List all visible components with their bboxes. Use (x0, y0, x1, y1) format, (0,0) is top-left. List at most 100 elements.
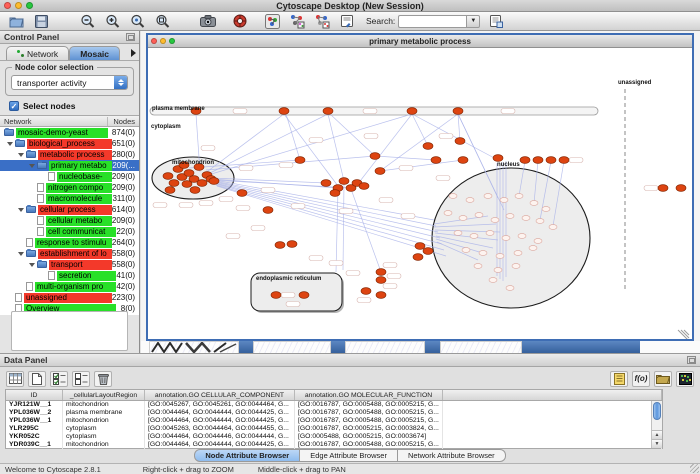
network-node[interactable] (165, 187, 175, 194)
tree-row[interactable]: multi-organism pro42(0) (0, 281, 139, 292)
attribute-batch-icon[interactable] (610, 371, 628, 387)
network-node[interactable] (197, 180, 207, 187)
network-node[interactable] (520, 157, 530, 164)
network-node[interactable] (169, 180, 179, 187)
table-column-header[interactable]: _cellularLayoutRegion (63, 390, 145, 400)
table-scrollbar[interactable]: ▲ ▼ (651, 401, 662, 448)
network-node-small[interactable] (484, 194, 492, 199)
tab-network-attribute-browser[interactable]: Network Attribute Browser (398, 449, 506, 462)
import-attributes-icon[interactable] (654, 371, 672, 387)
table-row[interactable]: YLR295Ccytoplasm[GO:0045263, GO:0044464,… (6, 425, 662, 433)
network-node-small[interactable] (514, 251, 522, 256)
node-color-combobox[interactable]: transporter activity (11, 75, 128, 90)
network-node-small[interactable] (529, 246, 537, 251)
network-node[interactable] (376, 277, 386, 284)
zoom-selected-icon[interactable] (128, 13, 146, 30)
network-node-small[interactable] (459, 216, 467, 221)
resize-grip[interactable] (690, 464, 699, 473)
help-ring-icon[interactable] (231, 13, 249, 30)
network-node[interactable] (184, 170, 194, 177)
table-row[interactable]: YPL036W__1mitochondrion[GO:0044464, GO:0… (6, 417, 662, 425)
network-edge[interactable] (343, 182, 344, 270)
new-attribute-icon[interactable] (28, 371, 46, 387)
snapshot-icon[interactable] (199, 13, 217, 30)
network-node-small[interactable] (536, 219, 544, 224)
network-node[interactable] (275, 242, 285, 249)
network-node[interactable] (407, 108, 417, 115)
tree-row[interactable]: response to stimulu264(0) (0, 237, 139, 248)
network-edge[interactable] (286, 114, 300, 160)
network-node[interactable] (493, 155, 503, 162)
background-window-edge[interactable] (425, 341, 440, 353)
tree-row[interactable]: cellular process614(0) (0, 204, 139, 215)
network-node-small[interactable] (500, 198, 508, 203)
tab-overflow-icon[interactable] (131, 49, 136, 57)
network-node-small[interactable] (489, 278, 497, 283)
function-builder-icon[interactable]: f(o) (632, 371, 650, 387)
network-node-small[interactable] (449, 194, 457, 199)
table-row[interactable]: YPL036W__2plasma membrane[GO:0044464, GO… (6, 409, 662, 417)
table-column-header[interactable]: ID (6, 390, 63, 400)
network-edge[interactable] (204, 114, 284, 174)
tab-node-attribute-browser[interactable]: Node Attribute Browser (194, 449, 300, 462)
tree-row[interactable]: macromolecule311(0) (0, 193, 139, 204)
tree-row[interactable]: cell communicat22(0) (0, 226, 139, 237)
network-node-small[interactable] (470, 234, 478, 239)
tree-row[interactable]: biological_process651(0) (0, 138, 139, 149)
network-node-small[interactable] (475, 213, 483, 218)
select-attributes-icon[interactable] (50, 371, 68, 387)
network-edge[interactable] (328, 114, 344, 181)
tree-row[interactable]: mosaic-demo-yeast874(0) (0, 127, 139, 138)
network-node-small[interactable] (494, 268, 502, 273)
table-row[interactable]: YKR052Ccytoplasm[GO:0044464, GO:0044446,… (6, 433, 662, 441)
network-node-small[interactable] (515, 194, 523, 199)
network-node-small[interactable] (479, 251, 487, 256)
network-node[interactable] (676, 185, 686, 192)
network-node[interactable] (279, 108, 289, 115)
network-node-small[interactable] (549, 225, 557, 230)
network-node[interactable] (455, 138, 465, 145)
combobox-stepper-icon[interactable] (114, 75, 127, 90)
float-panel-icon[interactable] (126, 33, 135, 41)
background-window-thumbnail[interactable] (253, 341, 331, 353)
network-node[interactable] (295, 157, 305, 164)
table-row[interactable]: YDR039C__1mitochondrion[GO:0044464, GO:0… (6, 441, 662, 449)
tab-mosaic[interactable]: Mosaic (69, 46, 120, 60)
network-edge[interactable] (412, 114, 498, 160)
network-node[interactable] (359, 183, 369, 190)
search-dropdown-button[interactable]: ▼ (466, 15, 480, 28)
birds-eye-view[interactable] (11, 311, 128, 351)
network-edge[interactable] (336, 189, 338, 272)
table-column-header[interactable]: annotation.GO CELLULAR_COMPONENT (145, 390, 295, 400)
tree-row[interactable]: nitrogen compo209(0) (0, 182, 139, 193)
scroll-up-icon[interactable]: ▲ (652, 430, 662, 439)
network-node[interactable] (271, 292, 281, 299)
network-node[interactable] (263, 207, 273, 214)
network-node[interactable] (658, 185, 668, 192)
network-node[interactable] (323, 108, 333, 115)
tree-row[interactable]: metabolic process280(0) (0, 149, 139, 160)
network-node[interactable] (209, 178, 219, 185)
tree-row[interactable]: cellular metabo209(0) (0, 215, 139, 226)
tree-row[interactable]: primary metabo209(... (0, 160, 139, 171)
network-node-small[interactable] (542, 207, 550, 212)
network-node[interactable] (163, 173, 173, 180)
network-node[interactable] (339, 178, 349, 185)
network-node[interactable] (376, 292, 386, 299)
background-window-edge[interactable] (522, 341, 640, 353)
network-node[interactable] (423, 248, 433, 255)
network-node-small[interactable] (474, 264, 482, 269)
background-window-thumbnail[interactable] (345, 341, 425, 353)
network-node-small[interactable] (534, 239, 542, 244)
expander-icon[interactable] (7, 142, 13, 146)
network-node[interactable] (299, 292, 309, 299)
network-node[interactable] (533, 157, 543, 164)
network-node[interactable] (453, 108, 463, 115)
network-node[interactable] (375, 168, 385, 175)
expander-icon[interactable] (18, 208, 24, 212)
select-nodes-checkbox[interactable]: ✓ (9, 101, 19, 111)
table-row[interactable]: YJR121W__1mitochondrion[GO:0045267, GO:0… (6, 401, 662, 409)
expander-icon[interactable] (18, 252, 24, 256)
tree-row[interactable]: establishment of lo558(0) (0, 248, 139, 259)
open-icon[interactable] (7, 13, 25, 30)
